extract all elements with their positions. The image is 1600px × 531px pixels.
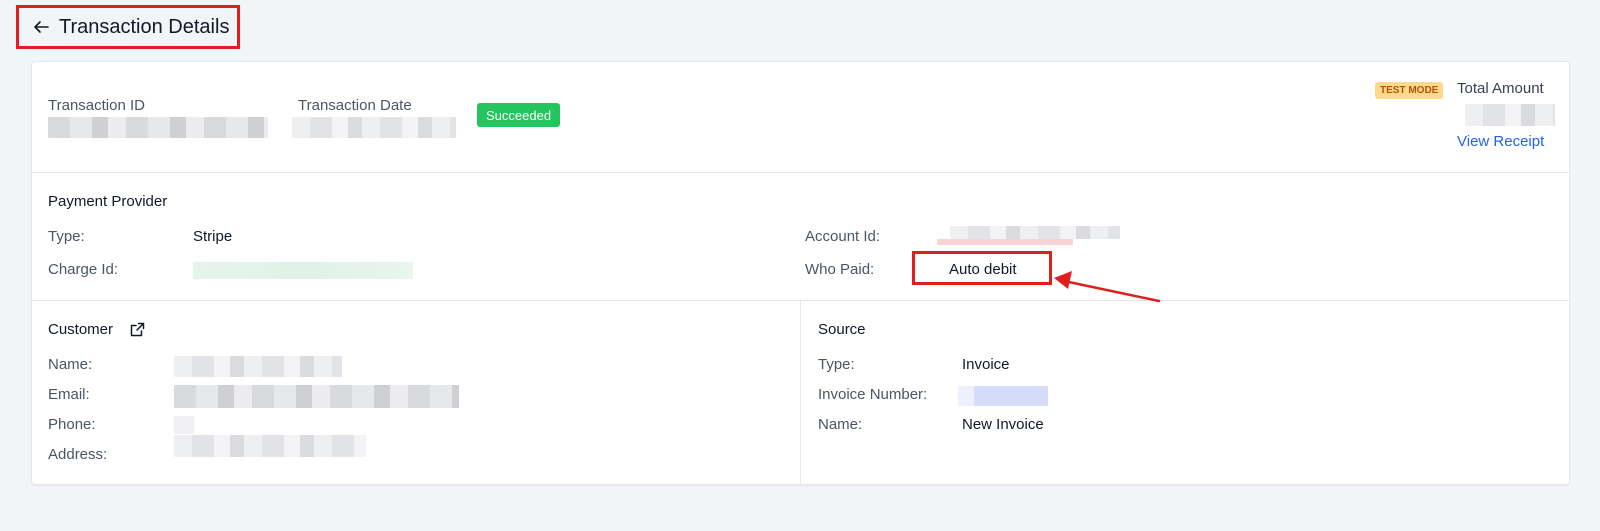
- transaction-id-value-redacted: [48, 117, 268, 138]
- divider-summary: [32, 172, 1569, 173]
- transaction-date-value-redacted: [292, 117, 456, 138]
- source-type-value: Invoice: [962, 356, 1010, 373]
- customer-address-value-redacted: [174, 435, 366, 457]
- payment-provider-title: Payment Provider: [48, 193, 168, 210]
- customer-email-value-redacted: [174, 385, 459, 408]
- view-receipt-link[interactable]: View Receipt: [1457, 133, 1544, 150]
- page-title: Transaction Details: [59, 15, 230, 38]
- customer-name-value-redacted: [174, 356, 342, 377]
- customer-address-label: Address:: [48, 446, 108, 463]
- charge-id-value-redacted: [193, 262, 413, 279]
- account-id-value-redacted-accent: [937, 239, 1073, 245]
- customer-phone-label: Phone:: [48, 416, 96, 433]
- test-mode-badge: TEST MODE: [1375, 82, 1444, 99]
- customer-name-label: Name:: [48, 356, 93, 373]
- who-paid-label: Who Paid:: [805, 261, 875, 278]
- charge-id-label: Charge Id:: [48, 261, 119, 278]
- status-badge: Succeeded: [477, 103, 561, 127]
- total-amount-value-redacted: [1465, 104, 1555, 126]
- annotation-arrow: [1054, 271, 1161, 303]
- customer-phone-value-redacted: [174, 416, 194, 434]
- transaction-date-label: Transaction Date: [298, 97, 412, 114]
- invoice-number-value-redacted: [958, 386, 1048, 406]
- account-id-label: Account Id:: [805, 228, 881, 245]
- transaction-id-label: Transaction ID: [48, 97, 145, 114]
- account-id-value-redacted: [950, 226, 1120, 239]
- who-paid-value: Auto debit: [949, 261, 1017, 278]
- external-link-icon[interactable]: [130, 322, 145, 337]
- page-header-annotated: Transaction Details: [16, 5, 240, 49]
- customer-title: Customer: [48, 321, 114, 338]
- total-amount-label: Total Amount: [1457, 80, 1544, 97]
- divider-vertical: [800, 301, 801, 484]
- source-title: Source: [818, 321, 866, 338]
- source-type-label: Type:: [818, 356, 855, 373]
- provider-type-label: Type:: [48, 228, 85, 245]
- customer-email-label: Email:: [48, 386, 90, 403]
- arrow-left-icon[interactable]: [31, 17, 51, 37]
- provider-type-value: Stripe: [193, 228, 233, 245]
- source-name-label: Name:: [818, 416, 863, 433]
- source-name-value: New Invoice: [962, 416, 1044, 433]
- invoice-number-label: Invoice Number:: [818, 386, 928, 403]
